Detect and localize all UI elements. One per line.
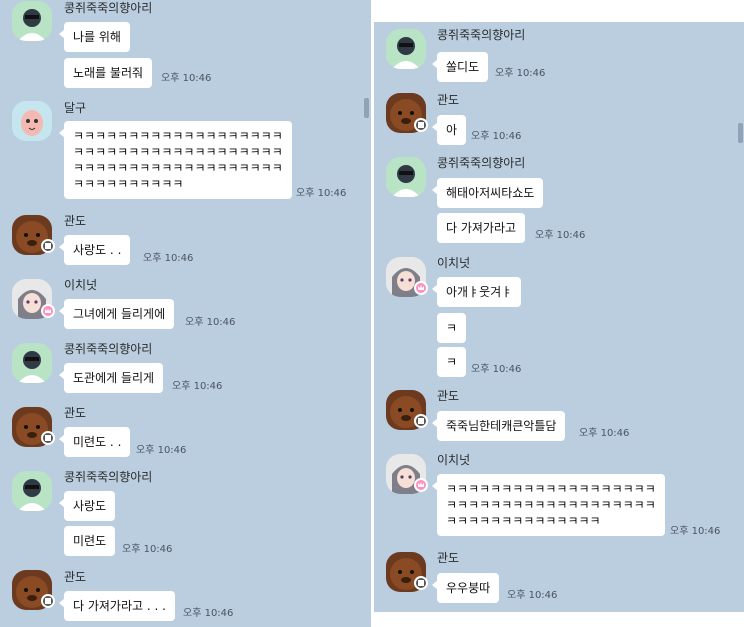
message-bubble[interactable]: 노래를 불러줘	[64, 58, 153, 88]
message-time: 오후 10:46	[670, 526, 721, 537]
profile-badge-icon	[41, 239, 55, 253]
sender-name: 관도	[64, 570, 87, 584]
message-bubble[interactable]: 그녀에게 들리게에	[58, 299, 175, 329]
message-time: 오후 10:46	[161, 73, 212, 84]
sender-name: 관도	[64, 214, 87, 228]
message-time: 오후 10:46	[172, 381, 223, 392]
scrollbar-thumb[interactable]	[364, 98, 369, 118]
scrollbar-thumb[interactable]	[738, 123, 743, 143]
message-time: 오후 10:46	[185, 317, 236, 328]
message-bubble[interactable]: ㅋㅋㅋㅋㅋㅋㅋㅋㅋㅋㅋㅋㅋㅋㅋㅋㅋㅋㅋ ㅋㅋㅋㅋㅋㅋㅋㅋㅋㅋㅋㅋㅋㅋㅋㅋㅋㅋㅋ …	[432, 474, 665, 536]
message-time: 오후 10:46	[136, 445, 187, 456]
sender-name: 콩쥐죽죽의향아리	[64, 470, 153, 484]
profile-badge-icon	[414, 118, 428, 132]
green-character-avatar[interactable]	[12, 343, 52, 383]
message-bubble[interactable]: 다 가져가라고	[437, 213, 526, 243]
message-time: 오후 10:46	[471, 131, 522, 142]
chat-panel-right[interactable]: 콩쥐죽죽의향아리 쏠디도 오후 10:46 관도 아 오후 10:46 콩쥐죽죽…	[374, 22, 744, 612]
message-bubble[interactable]: ㅋ	[437, 313, 467, 343]
message-bubble[interactable]: 미련도 . .	[58, 427, 131, 457]
message-bubble[interactable]: 우우붕따	[431, 573, 500, 603]
message-bubble[interactable]: 아개ㅑ웃겨ㅑ	[431, 277, 522, 307]
sender-name: 이치넛	[64, 278, 98, 292]
green-character-avatar[interactable]	[12, 471, 52, 511]
sender-name: 이치넛	[437, 453, 471, 467]
sender-name: 이치넛	[437, 256, 471, 270]
sender-name: 관도	[437, 551, 460, 565]
sender-name: 콩쥐죽죽의향아리	[64, 342, 153, 356]
message-bubble[interactable]: 사랑도 . .	[58, 235, 131, 265]
profile-badge-icon	[41, 594, 55, 608]
message-bubble[interactable]: 죽죽님한테캐큰악틀담	[431, 411, 566, 441]
message-time: 오후 10:46	[122, 544, 173, 555]
message-time: 오후 10:46	[143, 253, 194, 264]
message-bubble[interactable]: 미련도	[64, 526, 116, 556]
message-bubble[interactable]: 아	[431, 115, 467, 145]
message-bubble[interactable]: 쏠디도	[431, 52, 489, 82]
profile-badge-icon	[41, 431, 55, 445]
message-bubble[interactable]: 도관에게 들리게	[58, 363, 164, 393]
profile-badge-icon	[414, 576, 428, 590]
crown-badge-icon	[41, 304, 55, 318]
sender-name: 관도	[437, 389, 460, 403]
chat-panel-left[interactable]: 콩쥐죽죽의향아리 나를 위해 노래를 불러줘 오후 10:46 달구 ㅋㅋㅋㅋㅋ…	[0, 0, 371, 627]
green-character-avatar[interactable]	[386, 29, 426, 69]
message-time: 오후 10:46	[495, 68, 546, 79]
sender-name: 관도	[437, 93, 460, 107]
peach-character-avatar[interactable]	[12, 101, 52, 141]
crown-badge-icon	[414, 281, 428, 295]
message-bubble[interactable]: ㅋㅋㅋㅋㅋㅋㅋㅋㅋㅋㅋㅋㅋㅋㅋㅋㅋㅋㅋ ㅋㅋㅋㅋㅋㅋㅋㅋㅋㅋㅋㅋㅋㅋㅋㅋㅋㅋㅋ …	[59, 121, 292, 199]
sender-name: 관도	[64, 406, 87, 420]
message-bubble[interactable]: 나를 위해	[59, 22, 130, 52]
green-character-avatar[interactable]	[12, 1, 52, 41]
message-bubble[interactable]: 사랑도	[58, 491, 116, 521]
profile-badge-icon	[414, 414, 428, 428]
message-bubble[interactable]: 해태아저씨타쇼도	[431, 178, 544, 208]
message-time: 오후 10:46	[535, 230, 586, 241]
sender-name: 콩쥐죽죽의향아리	[437, 28, 526, 42]
crown-badge-icon	[414, 478, 428, 492]
sender-name: 콩쥐죽죽의향아리	[64, 1, 153, 15]
sender-name: 콩쥐죽죽의향아리	[437, 156, 526, 170]
message-time: 오후 10:46	[471, 364, 522, 375]
sender-name: 달구	[64, 101, 87, 115]
green-character-avatar[interactable]	[386, 157, 426, 197]
message-bubble[interactable]: ㅋ	[437, 347, 467, 377]
message-time: 오후 10:46	[507, 590, 558, 601]
message-time: 오후 10:46	[183, 608, 234, 619]
message-time: 오후 10:46	[296, 188, 347, 199]
message-time: 오후 10:46	[579, 428, 630, 439]
message-bubble[interactable]: 다 가져가라고 . . .	[59, 591, 175, 621]
